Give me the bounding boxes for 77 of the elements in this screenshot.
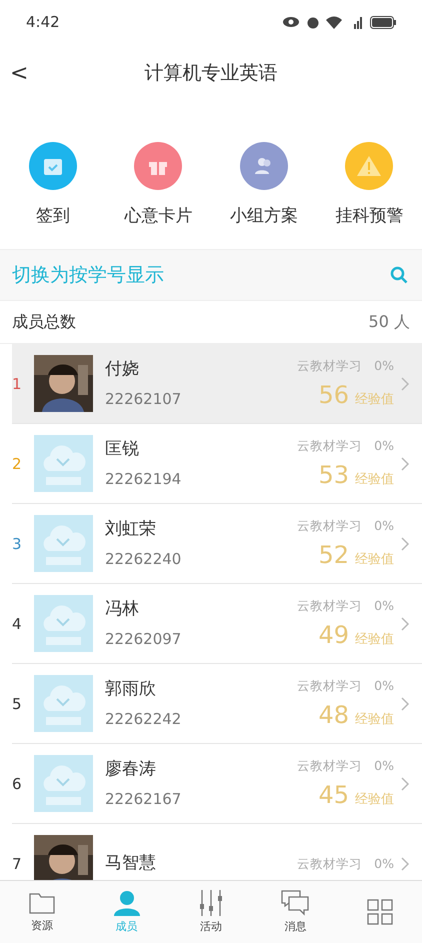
nav-tab[interactable]: 消息 — [253, 881, 338, 943]
placeholder-avatar-icon — [34, 675, 93, 732]
member-total-label: 成员总数 — [12, 312, 76, 332]
people-icon[interactable] — [240, 142, 288, 190]
study-progress: 云教材学习 0% — [297, 438, 394, 453]
score-unit: 经验值 — [355, 711, 394, 728]
score-unit: 经验值 — [355, 471, 394, 488]
action-label[interactable]: 签到 — [36, 204, 70, 227]
chevron-right-icon — [400, 776, 410, 792]
rank-number: 2 — [12, 454, 23, 472]
action-label[interactable]: 小组方案 — [230, 204, 298, 227]
member-name: 刘虹荣 — [105, 519, 157, 540]
calendar-icon[interactable] — [28, 142, 77, 190]
action-label[interactable]: 挂科预警 — [335, 204, 404, 227]
chevron-right-icon — [400, 376, 410, 392]
page-title: 计算机专业英语 — [144, 61, 278, 86]
rank-number: 3 — [12, 534, 23, 552]
score-value: 45 — [318, 781, 349, 809]
score-value: 49 — [318, 621, 349, 649]
student-id: 22262240 — [105, 550, 182, 568]
wifi-icon — [326, 16, 342, 28]
rank-number: 7 — [12, 854, 23, 872]
member-name: 廖春涛 — [105, 759, 157, 780]
study-progress: 云教材学习 0% — [297, 678, 394, 693]
student-id: 22262242 — [105, 710, 182, 728]
chevron-right-icon — [400, 856, 410, 872]
gift-icon[interactable] — [134, 142, 182, 190]
student-id: 22262107 — [105, 390, 182, 408]
score-unit: 经验值 — [355, 551, 394, 568]
chat-icon — [281, 890, 310, 916]
score-unit: 经验值 — [355, 391, 394, 408]
member-row[interactable]: 1 付娆 22262107 云教材学习 0% 56 经验值 — [12, 344, 422, 424]
sliders-icon — [198, 890, 224, 916]
score-unit: 经验值 — [355, 791, 394, 808]
battery-icon — [370, 16, 396, 28]
student-id: 22262194 — [105, 470, 182, 488]
score-value: 56 — [318, 381, 349, 409]
student-id: 22262097 — [105, 630, 182, 648]
member-total-count: 50 人 — [368, 312, 410, 332]
member-name: 付娆 — [105, 359, 140, 380]
search-icon[interactable] — [390, 266, 408, 284]
chevron-right-icon — [400, 696, 410, 712]
back-button[interactable]: < — [10, 60, 28, 86]
person-icon — [114, 890, 140, 916]
placeholder-avatar-icon — [34, 435, 93, 492]
member-name: 马智慧 — [105, 853, 157, 874]
score-value: 53 — [318, 461, 349, 489]
grid-icon — [366, 899, 393, 925]
chevron-right-icon — [400, 616, 410, 632]
student-id: 22262167 — [105, 790, 182, 808]
rank-number: 6 — [12, 774, 23, 792]
chevron-right-icon — [400, 536, 410, 552]
placeholder-avatar-icon — [34, 595, 93, 652]
folder-icon — [29, 891, 56, 915]
placeholder-avatar-icon — [34, 515, 93, 572]
rank-number: 1 — [12, 374, 23, 392]
rank-number: 4 — [12, 614, 23, 632]
action-label[interactable]: 心意卡片 — [124, 204, 192, 227]
member-name: 郭雨欣 — [105, 679, 157, 700]
nav-tab[interactable]: 活动 — [168, 881, 254, 943]
warning-icon[interactable] — [345, 142, 394, 190]
rank-number: 5 — [12, 694, 23, 712]
member-name: 匡锐 — [105, 439, 140, 460]
placeholder-avatar-icon — [34, 755, 93, 812]
study-progress: 云教材学习 0% — [297, 598, 394, 613]
nav-tab[interactable]: 资源 — [0, 881, 84, 943]
study-progress: 云教材学习 0% — [297, 758, 394, 773]
score-unit: 经验值 — [355, 631, 394, 648]
study-progress: 云教材学习 0% — [297, 856, 394, 871]
eye-icon — [282, 16, 300, 28]
member-name: 冯林 — [105, 599, 140, 620]
score-value: 48 — [318, 701, 349, 729]
study-progress: 云教材学习 0% — [297, 518, 394, 533]
score-value: 52 — [318, 541, 349, 569]
chevron-right-icon — [400, 456, 410, 472]
status-time: 4:42 — [26, 13, 60, 31]
study-progress: 云教材学习 0% — [297, 358, 394, 373]
